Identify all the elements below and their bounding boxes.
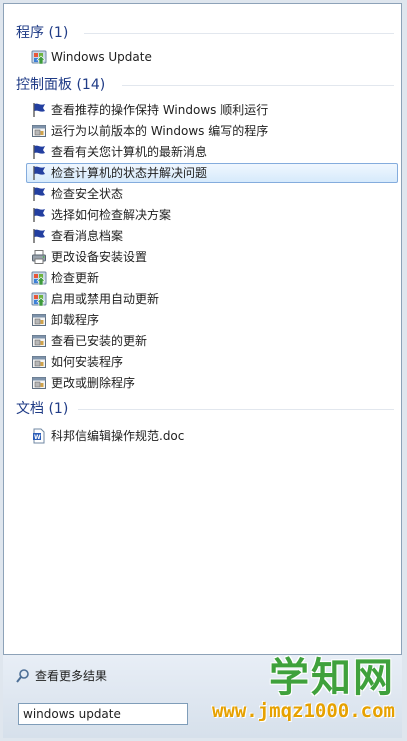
program-window-icon xyxy=(31,123,47,139)
see-more-results-label: 查看更多结果 xyxy=(35,669,108,683)
result-item-label: 科邦信编辑操作规范.doc xyxy=(51,429,185,443)
windows-update-icon xyxy=(31,270,47,286)
control-panel-item[interactable]: 查看推荐的操作保持 Windows 顺利运行 xyxy=(26,100,398,120)
control-panel-item-label: 运行为以前版本的 Windows 编写的程序 xyxy=(51,124,269,138)
section-divider xyxy=(78,409,394,410)
section-header-control-panel: 控制面板 (14) xyxy=(16,74,396,96)
control-panel-item[interactable]: 如何安装程序 xyxy=(26,352,398,372)
section-title-control-panel: 控制面板 (14) xyxy=(16,77,106,93)
section-divider xyxy=(122,85,394,86)
control-panel-item-label: 查看消息档案 xyxy=(51,229,124,243)
start-menu-results-panel: 程序 (1) Windows Update 控制面板 (14) 查看推荐的操作保… xyxy=(3,3,402,655)
section-header-documents: 文档 (1) xyxy=(16,398,396,420)
action-center-flag-icon xyxy=(31,102,47,118)
control-panel-item-label: 卸载程序 xyxy=(51,313,100,327)
control-panel-item-label: 更改设备安装设置 xyxy=(51,250,148,264)
control-panel-item-label: 检查安全状态 xyxy=(51,187,124,201)
control-panel-item[interactable]: 检查更新 xyxy=(26,268,398,288)
control-panel-item[interactable]: 检查安全状态 xyxy=(26,184,398,204)
control-panel-item-label: 查看推荐的操作保持 Windows 顺利运行 xyxy=(51,103,269,117)
watermark: 学知网 www.jmqz1000.com xyxy=(212,656,395,722)
control-panel-item-label: 检查计算机的状态并解决问题 xyxy=(51,166,208,180)
control-panel-item[interactable]: 查看消息档案 xyxy=(26,226,398,246)
result-item-document[interactable]: W 科邦信编辑操作规范.doc xyxy=(26,426,398,446)
control-panel-item[interactable]: 选择如何检查解决方案 xyxy=(26,205,398,225)
control-panel-item-label: 检查更新 xyxy=(51,271,100,285)
control-panel-item-label: 选择如何检查解决方案 xyxy=(51,208,172,222)
search-input[interactable] xyxy=(18,703,188,725)
control-panel-item-label: 启用或禁用自动更新 xyxy=(51,292,160,306)
action-center-flag-icon xyxy=(31,144,47,160)
see-more-results-link[interactable]: 查看更多结果 xyxy=(15,667,107,684)
section-title-programs: 程序 (1) xyxy=(16,25,69,41)
result-item-windows-update[interactable]: Windows Update xyxy=(26,47,398,67)
control-panel-item[interactable]: 更改设备安装设置 xyxy=(26,247,398,267)
control-panel-item[interactable]: 启用或禁用自动更新 xyxy=(26,289,398,309)
section-header-programs: 程序 (1) xyxy=(16,22,396,44)
windows-update-icon xyxy=(31,291,47,307)
control-panel-item[interactable]: 卸载程序 xyxy=(26,310,398,330)
program-window-icon xyxy=(31,333,47,349)
action-center-flag-icon xyxy=(31,186,47,202)
search-icon xyxy=(15,668,31,684)
action-center-flag-icon xyxy=(31,207,47,223)
control-panel-item-label: 查看已安装的更新 xyxy=(51,334,148,348)
svg-text:W: W xyxy=(34,434,41,441)
windows-update-icon xyxy=(31,49,47,65)
program-window-icon xyxy=(31,312,47,328)
device-printer-icon xyxy=(31,249,47,265)
control-panel-item[interactable]: 查看已安装的更新 xyxy=(26,331,398,351)
section-divider xyxy=(84,33,394,34)
action-center-flag-icon xyxy=(31,165,47,181)
control-panel-item[interactable]: 检查计算机的状态并解决问题 xyxy=(26,163,398,183)
action-center-flag-icon xyxy=(31,228,47,244)
program-window-icon xyxy=(31,354,47,370)
control-panel-item-label: 更改或删除程序 xyxy=(51,376,136,390)
control-panel-item-label: 如何安装程序 xyxy=(51,355,124,369)
watermark-text: 学知网 xyxy=(269,655,395,701)
watermark-url: www.jmqz1000.com xyxy=(211,700,395,722)
section-title-documents: 文档 (1) xyxy=(16,401,69,417)
word-document-icon: W xyxy=(31,428,47,444)
control-panel-item[interactable]: 更改或删除程序 xyxy=(26,373,398,393)
program-window-icon xyxy=(31,375,47,391)
result-item-label: Windows Update xyxy=(51,50,152,64)
control-panel-item[interactable]: 运行为以前版本的 Windows 编写的程序 xyxy=(26,121,398,141)
control-panel-item[interactable]: 查看有关您计算机的最新消息 xyxy=(26,142,398,162)
control-panel-item-label: 查看有关您计算机的最新消息 xyxy=(51,145,208,159)
